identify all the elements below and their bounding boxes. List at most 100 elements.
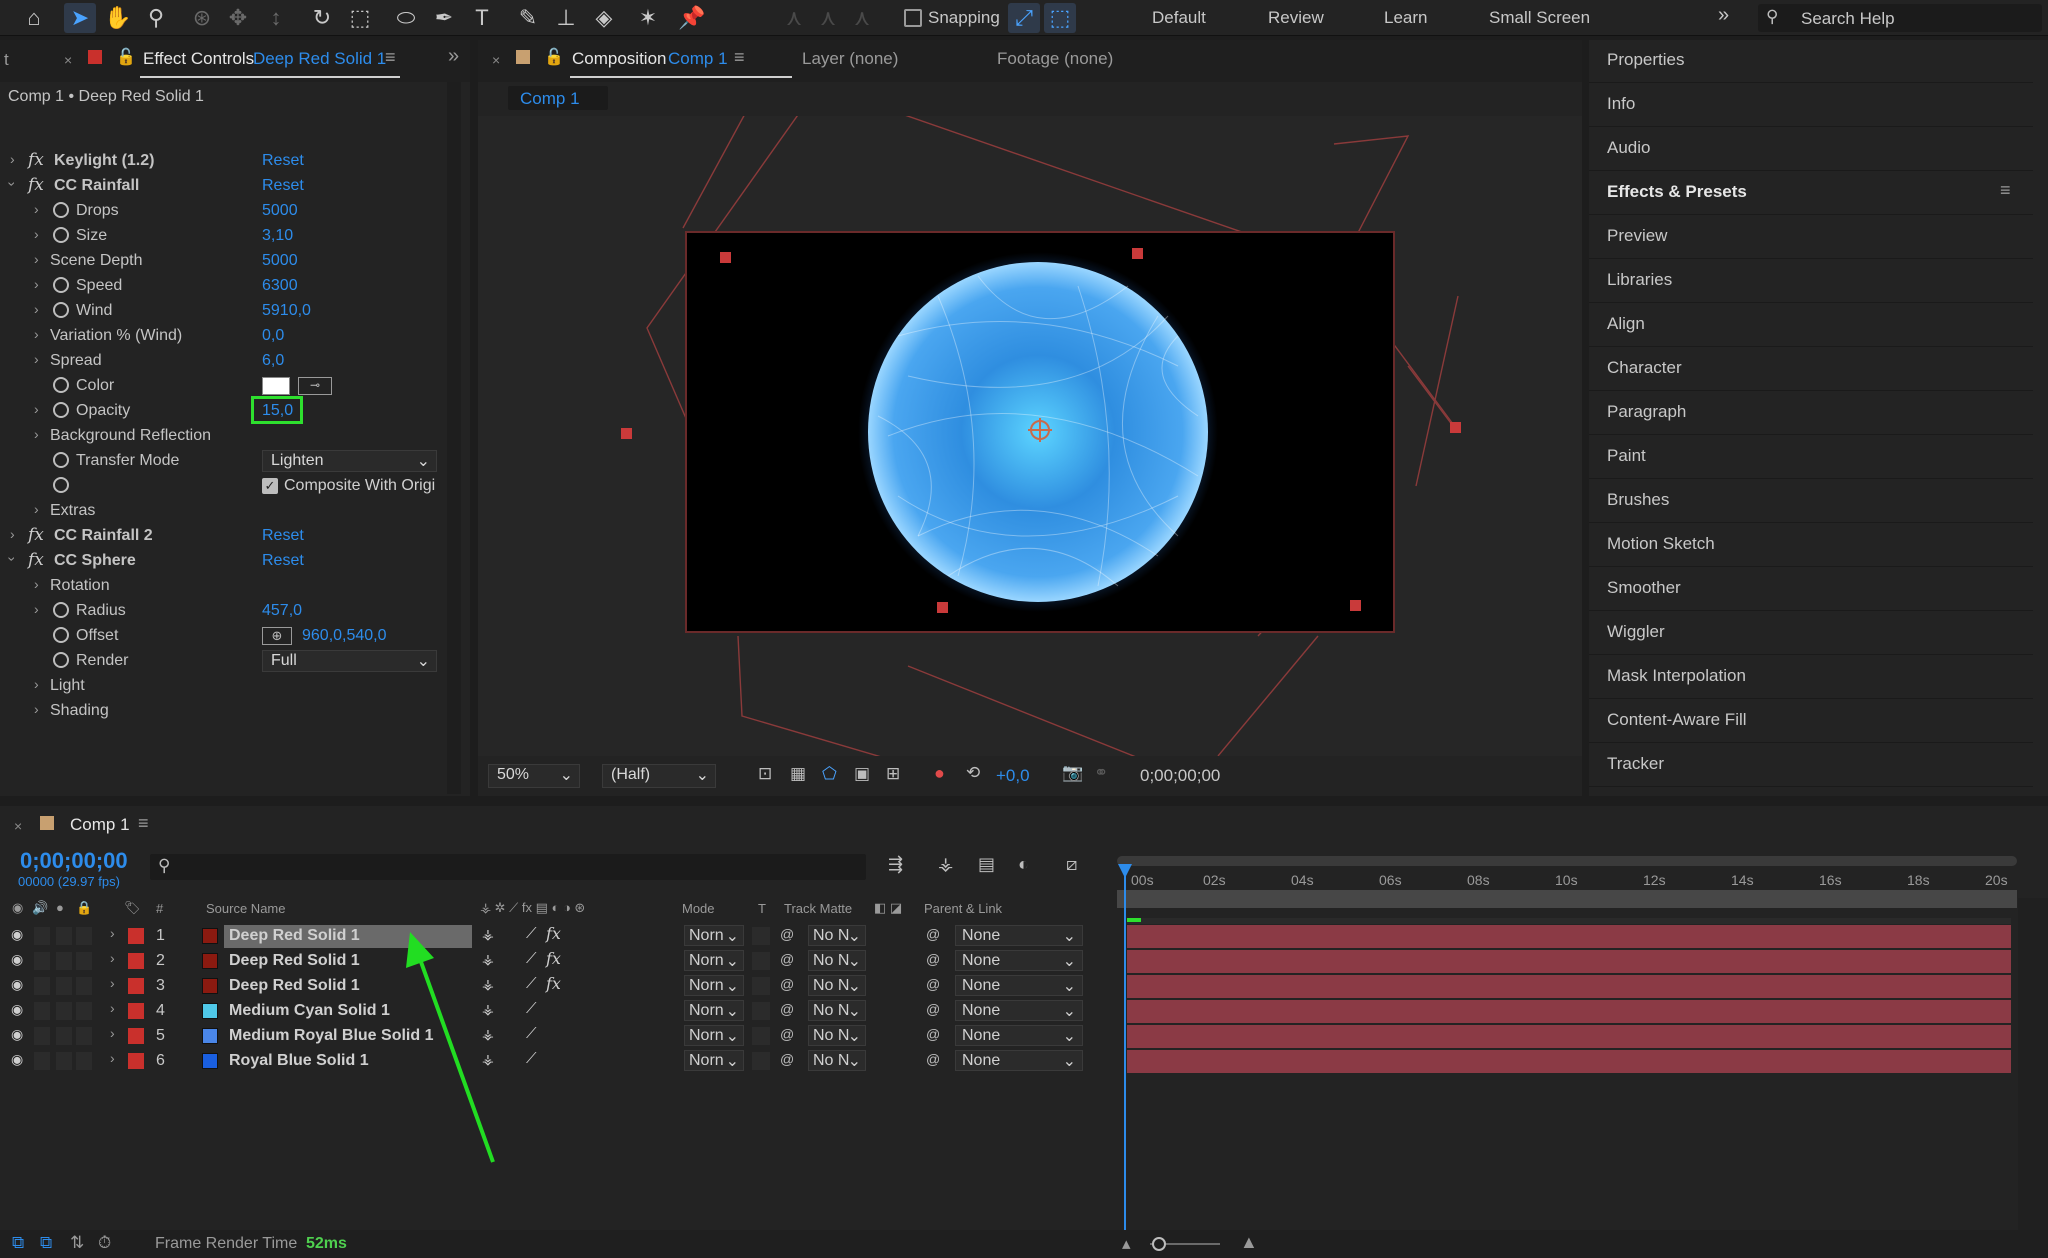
- parent-dropdown[interactable]: None ⌄: [955, 1025, 1083, 1046]
- rotate-tool-icon[interactable]: ↻: [306, 3, 338, 33]
- layer-row[interactable]: ◉ › 1 Deep Red Solid 1 ⚶ ⟋ fx Norn ⌄ @ No N ⌄ @ None ⌄: [0, 924, 1117, 949]
- twirl-closed-icon[interactable]: ›: [34, 201, 39, 217]
- switches-panel-icon[interactable]: ⧉: [40, 1233, 52, 1253]
- ellipse-tool-icon[interactable]: ⬭: [390, 3, 422, 33]
- stopwatch-icon[interactable]: [53, 277, 69, 293]
- draft-3d-icon[interactable]: ⚶: [938, 854, 953, 875]
- eye-icon[interactable]: ◉: [11, 926, 23, 943]
- panel-menu-icon[interactable]: ≡: [138, 813, 149, 834]
- twirl-closed-icon[interactable]: ›: [34, 351, 39, 367]
- lock-toggle[interactable]: [76, 1002, 92, 1020]
- preserve-transparency-toggle[interactable]: [752, 1027, 770, 1045]
- track-matte-dropdown[interactable]: No N ⌄: [808, 950, 866, 971]
- layer-duration-bar[interactable]: [1127, 975, 2011, 998]
- prop-offset-value[interactable]: 960,0,540,0: [302, 627, 387, 645]
- prop-variation-value[interactable]: 0,0: [262, 327, 284, 345]
- twirl-closed-icon[interactable]: ›: [34, 576, 39, 592]
- pickwhip-icon[interactable]: @: [780, 976, 794, 992]
- show-snapshot-icon[interactable]: ⚭: [1094, 763, 1108, 783]
- twirl-closed-icon[interactable]: ›: [34, 426, 39, 442]
- label-color[interactable]: [128, 1028, 144, 1044]
- axis-view-icon[interactable]: ⋏: [846, 3, 878, 33]
- solo-icon[interactable]: ●: [56, 900, 64, 915]
- preserve-transparency-toggle[interactable]: [752, 952, 770, 970]
- col-t[interactable]: T: [758, 901, 766, 916]
- twirl-closed-icon[interactable]: ›: [34, 276, 39, 292]
- twirl-open-icon[interactable]: ›: [4, 182, 20, 187]
- prop-wind[interactable]: › Wind 5910,0: [0, 299, 447, 324]
- composition-flow-icon[interactable]: ⧉: [12, 1233, 24, 1253]
- fx-icon[interactable]: fx: [546, 974, 561, 993]
- layer-name[interactable]: Deep Red Solid 1: [229, 927, 360, 945]
- quality-icon[interactable]: ⟋: [526, 1025, 537, 1042]
- effects-presets-menu-icon[interactable]: ≡: [2000, 180, 2011, 201]
- parent-pickwhip-icon[interactable]: @: [926, 1051, 940, 1067]
- zoom-in-icon[interactable]: ▲: [1240, 1232, 1258, 1253]
- puppet-pin-icon[interactable]: 📌: [676, 3, 708, 33]
- timeline-tab-label[interactable]: Comp 1: [70, 815, 130, 835]
- preserve-transparency-toggle[interactable]: [752, 927, 770, 945]
- preserve-transparency-toggle[interactable]: [752, 1052, 770, 1070]
- twirl-closed-icon[interactable]: ›: [110, 1025, 115, 1041]
- prop-spread[interactable]: › Spread 6,0: [0, 349, 447, 374]
- quality-icon[interactable]: ⟋: [526, 1050, 537, 1067]
- twirl-closed-icon[interactable]: ›: [110, 975, 115, 991]
- audio-toggle[interactable]: [34, 977, 50, 995]
- render-dropdown[interactable]: Full ⌄: [262, 650, 437, 672]
- cc-rainfall-reset-link[interactable]: Reset: [262, 177, 304, 195]
- prop-opacity[interactable]: › Opacity 15,0: [0, 396, 447, 424]
- twirl-open-icon[interactable]: ›: [4, 557, 20, 562]
- prop-composite[interactable]: ✓ Composite With Origi: [0, 474, 447, 499]
- lock-toggle[interactable]: [76, 952, 92, 970]
- panel-libraries[interactable]: Libraries: [1589, 260, 2033, 303]
- stopwatch-icon[interactable]: [53, 627, 69, 643]
- fx-icon[interactable]: fx: [546, 949, 561, 968]
- prop-speed[interactable]: › Speed 6300: [0, 274, 447, 299]
- axis-world-icon[interactable]: ⋏: [812, 3, 844, 33]
- solo-toggle[interactable]: [56, 952, 72, 970]
- effect-controls-scrollbar[interactable]: [447, 82, 461, 794]
- fx-icon[interactable]: fx: [28, 550, 44, 570]
- label-color[interactable]: [128, 1053, 144, 1069]
- composition-tab-comp[interactable]: Comp 1: [668, 49, 728, 69]
- panel-content-aware-fill[interactable]: Content-Aware Fill: [1589, 700, 2033, 743]
- time-stretch-icon[interactable]: ⏱: [98, 1233, 111, 1253]
- zoom-dropdown[interactable]: 50% ⌄: [488, 764, 580, 788]
- workspace-review[interactable]: Review: [1268, 8, 1324, 28]
- twirl-closed-icon[interactable]: ›: [34, 401, 39, 417]
- twirl-closed-icon[interactable]: ›: [34, 301, 39, 317]
- mode-dropdown[interactable]: Norn ⌄: [684, 925, 744, 946]
- prop-speed-value[interactable]: 6300: [262, 277, 298, 295]
- quality-icon[interactable]: ⟋: [526, 975, 537, 992]
- mode-dropdown[interactable]: Norn ⌄: [684, 950, 744, 971]
- mask-path-icon[interactable]: ⬠: [822, 764, 837, 784]
- pen-tool-icon[interactable]: ✒: [428, 3, 460, 33]
- pickwhip-icon[interactable]: @: [780, 1001, 794, 1017]
- prop-shading[interactable]: › Shading: [0, 699, 447, 724]
- comp-mini-flowchart-icon[interactable]: ⇶: [888, 854, 903, 875]
- dolly-camera-icon[interactable]: ↕: [260, 3, 292, 33]
- col-hash[interactable]: #: [156, 901, 163, 916]
- clone-stamp-icon[interactable]: ⊥: [550, 3, 582, 33]
- stopwatch-icon[interactable]: [53, 477, 69, 493]
- left-stub-tab[interactable]: t: [4, 50, 9, 70]
- color-channels-icon[interactable]: ●: [934, 763, 945, 784]
- mode-dropdown[interactable]: Norn ⌄: [684, 1050, 744, 1071]
- cc-rainfall-2-reset-link[interactable]: Reset: [262, 527, 304, 545]
- twirl-closed-icon[interactable]: ›: [34, 501, 39, 517]
- eyedropper-icon[interactable]: ⊸: [298, 377, 332, 395]
- lock-toggle[interactable]: [76, 927, 92, 945]
- layer-tab[interactable]: Layer (none): [802, 49, 898, 69]
- layer-row[interactable]: ◉ › 4 Medium Cyan Solid 1 ⚶ ⟋ Norn ⌄ @ No N ⌄ @ None…: [0, 999, 1117, 1024]
- panel-effects-presets[interactable]: Effects & Presets: [1589, 172, 2033, 215]
- solo-toggle[interactable]: [56, 1052, 72, 1070]
- eye-icon[interactable]: ◉: [11, 1001, 23, 1018]
- close-icon[interactable]: ×: [64, 52, 72, 68]
- col-parent-link[interactable]: Parent & Link: [924, 901, 1002, 916]
- stopwatch-icon[interactable]: [53, 402, 69, 418]
- motion-blur-icon[interactable]: ◐: [1018, 854, 1029, 875]
- prop-render[interactable]: Render Full ⌄: [0, 649, 447, 674]
- color-swatch[interactable]: [262, 377, 290, 395]
- track-matte-dropdown[interactable]: No N ⌄: [808, 1025, 866, 1046]
- snapshot-icon[interactable]: 📷: [1062, 763, 1083, 783]
